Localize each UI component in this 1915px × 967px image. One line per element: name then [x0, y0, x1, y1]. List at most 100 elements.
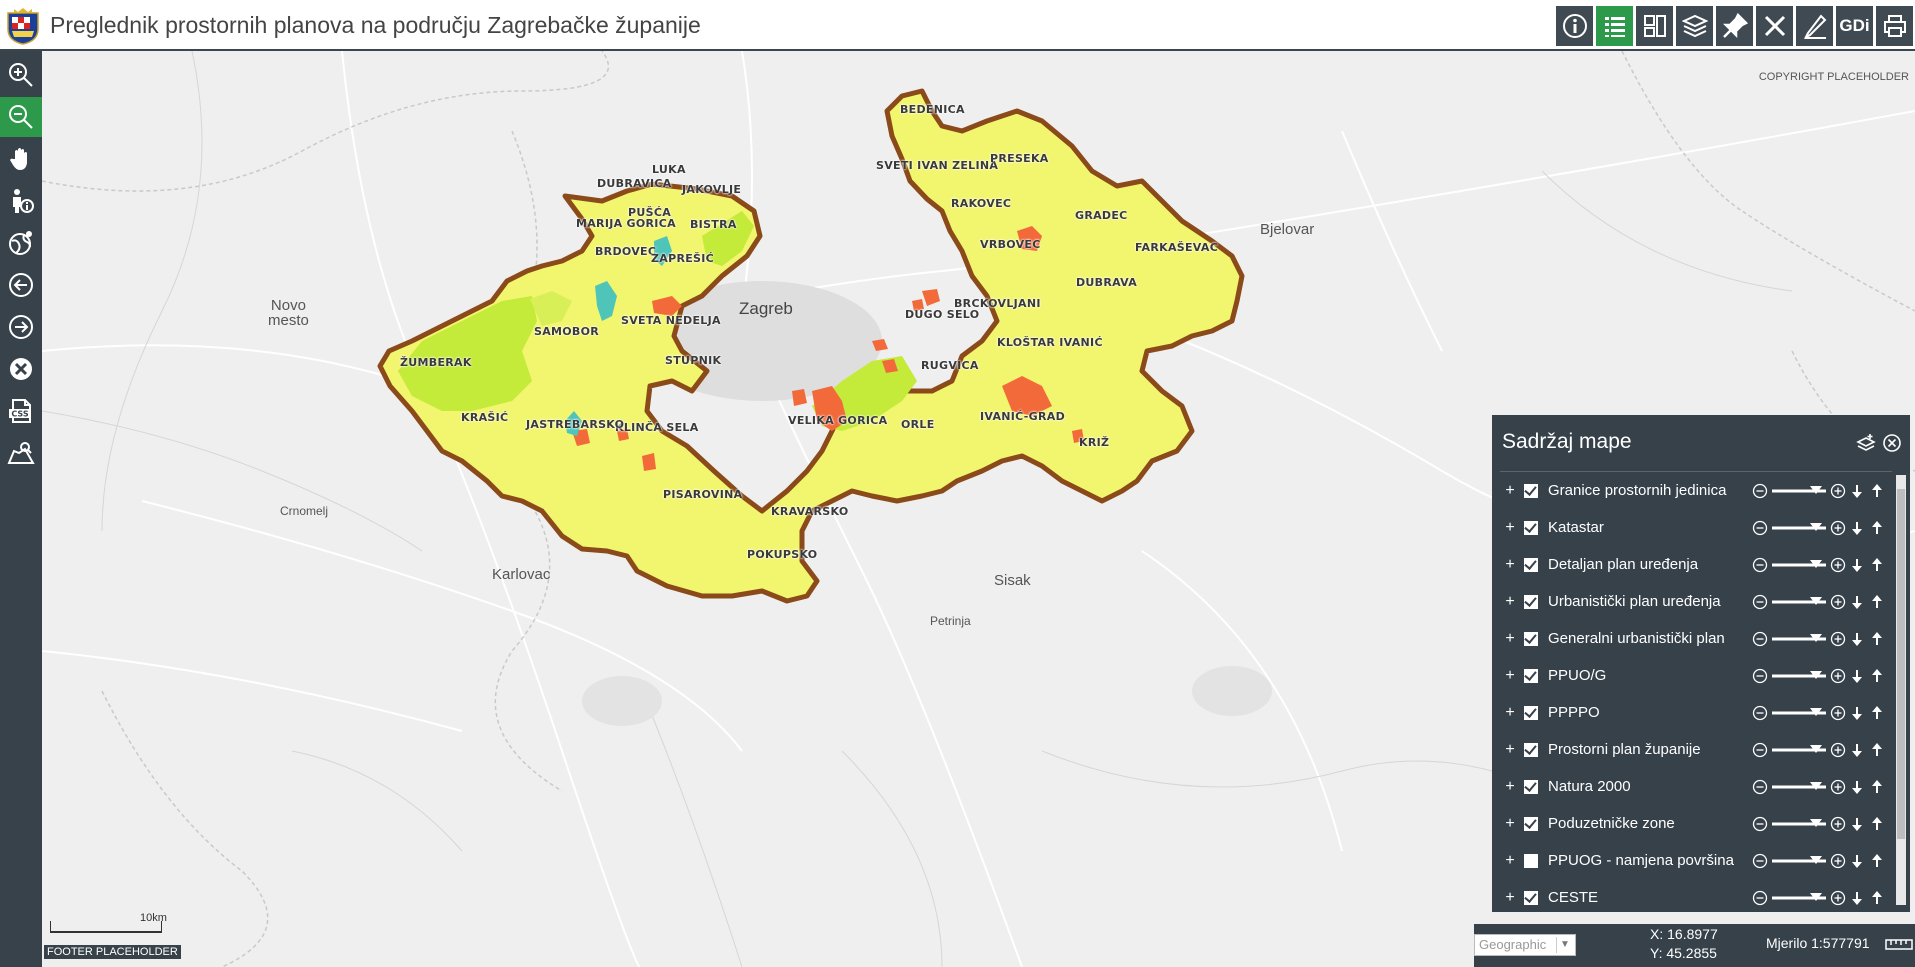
layer-row[interactable]: + Detaljan plan uređenja — [1500, 546, 1892, 583]
zoom-minus-icon[interactable] — [1752, 779, 1768, 795]
layer-row[interactable]: + Natura 2000 — [1500, 768, 1892, 805]
layer-visibility-checkbox[interactable] — [1524, 705, 1538, 720]
zoom-plus-icon[interactable] — [1830, 705, 1846, 721]
layer-row[interactable]: + PPPPO — [1500, 694, 1892, 731]
move-up-icon[interactable] — [1868, 779, 1886, 795]
opacity-slider[interactable] — [1770, 557, 1828, 573]
zoom-in-button[interactable] — [0, 55, 42, 95]
move-up-icon[interactable] — [1868, 705, 1886, 721]
move-down-icon[interactable] — [1848, 557, 1866, 573]
move-up-icon[interactable] — [1868, 594, 1886, 610]
print-button[interactable] — [1876, 6, 1913, 46]
layer-row[interactable]: + Prostorni plan županije — [1500, 731, 1892, 768]
layer-row[interactable]: + Generalni urbanistički plan — [1500, 620, 1892, 657]
move-up-icon[interactable] — [1868, 557, 1886, 573]
zoom-out-button[interactable] — [0, 97, 42, 137]
css-button[interactable]: CSS — [0, 391, 42, 431]
clear-button[interactable] — [0, 349, 42, 389]
expand-icon[interactable]: + — [1502, 741, 1518, 759]
layer-row[interactable]: + Katastar — [1500, 509, 1892, 546]
move-down-icon[interactable] — [1848, 594, 1866, 610]
layers-button[interactable] — [1676, 6, 1713, 46]
layers-add-icon[interactable] — [1856, 433, 1876, 453]
opacity-slider[interactable] — [1770, 890, 1828, 906]
layer-row[interactable]: + PPUO/G — [1500, 657, 1892, 694]
next-extent-button[interactable] — [0, 307, 42, 347]
scrollbar-thumb[interactable] — [1897, 489, 1905, 839]
opacity-slider[interactable] — [1770, 520, 1828, 536]
expand-icon[interactable]: + — [1502, 519, 1518, 537]
identify-button[interactable] — [0, 181, 42, 221]
info-button[interactable] — [1556, 6, 1593, 46]
expand-icon[interactable]: + — [1502, 778, 1518, 796]
move-up-icon[interactable] — [1868, 816, 1886, 832]
layer-row[interactable]: + Poduzetničke zone — [1500, 805, 1892, 842]
move-down-icon[interactable] — [1848, 890, 1866, 906]
move-up-icon[interactable] — [1868, 631, 1886, 647]
expand-icon[interactable]: + — [1502, 667, 1518, 685]
ruler-icon[interactable] — [1885, 936, 1913, 952]
opacity-slider[interactable] — [1770, 594, 1828, 610]
expand-icon[interactable]: + — [1502, 815, 1518, 833]
opacity-slider[interactable] — [1770, 853, 1828, 869]
layer-visibility-checkbox[interactable] — [1524, 890, 1538, 905]
opacity-slider[interactable] — [1770, 631, 1828, 647]
move-up-icon[interactable] — [1868, 483, 1886, 499]
zoom-minus-icon[interactable] — [1752, 520, 1768, 536]
move-up-icon[interactable] — [1868, 853, 1886, 869]
zoom-minus-icon[interactable] — [1752, 705, 1768, 721]
move-down-icon[interactable] — [1848, 742, 1866, 758]
zoom-plus-icon[interactable] — [1830, 520, 1846, 536]
zoom-minus-icon[interactable] — [1752, 483, 1768, 499]
layer-row[interactable]: + Granice prostornih jedinica — [1500, 472, 1892, 509]
expand-icon[interactable]: + — [1502, 852, 1518, 870]
zoom-minus-icon[interactable] — [1752, 890, 1768, 906]
zoom-plus-icon[interactable] — [1830, 668, 1846, 684]
expand-icon[interactable]: + — [1502, 889, 1518, 907]
opacity-slider[interactable] — [1770, 742, 1828, 758]
close-panel-icon[interactable] — [1882, 433, 1902, 453]
layer-visibility-checkbox[interactable] — [1524, 779, 1538, 794]
expand-icon[interactable]: + — [1502, 556, 1518, 574]
expand-icon[interactable]: + — [1502, 630, 1518, 648]
projection-select[interactable]: Geographic ▼ — [1474, 934, 1576, 956]
layer-visibility-checkbox[interactable] — [1524, 557, 1538, 572]
zoom-plus-icon[interactable] — [1830, 853, 1846, 869]
zoom-plus-icon[interactable] — [1830, 557, 1846, 573]
pin-button[interactable] — [1716, 6, 1753, 46]
layer-visibility-checkbox[interactable] — [1524, 816, 1538, 831]
zoom-minus-icon[interactable] — [1752, 668, 1768, 684]
zoom-plus-icon[interactable] — [1830, 631, 1846, 647]
pan-button[interactable] — [0, 139, 42, 179]
layer-row[interactable]: + PPUOG - namjena površina — [1500, 842, 1892, 879]
opacity-slider[interactable] — [1770, 779, 1828, 795]
zoom-plus-icon[interactable] — [1830, 890, 1846, 906]
move-up-icon[interactable] — [1868, 668, 1886, 684]
move-down-icon[interactable] — [1848, 520, 1866, 536]
zoom-minus-icon[interactable] — [1752, 594, 1768, 610]
map-search-button[interactable] — [0, 433, 42, 473]
move-down-icon[interactable] — [1848, 816, 1866, 832]
layer-visibility-checkbox[interactable] — [1524, 483, 1538, 498]
move-down-icon[interactable] — [1848, 668, 1866, 684]
edit-button[interactable] — [1796, 6, 1833, 46]
zoom-minus-icon[interactable] — [1752, 631, 1768, 647]
layer-visibility-checkbox[interactable] — [1524, 742, 1538, 757]
zoom-plus-icon[interactable] — [1830, 483, 1846, 499]
move-up-icon[interactable] — [1868, 890, 1886, 906]
opacity-slider[interactable] — [1770, 668, 1828, 684]
layer-visibility-checkbox[interactable] — [1524, 668, 1538, 683]
move-down-icon[interactable] — [1848, 853, 1866, 869]
layer-list-scrollbar[interactable] — [1896, 475, 1906, 905]
expand-icon[interactable]: + — [1502, 593, 1518, 611]
layer-row[interactable]: + Urbanistički plan uređenja — [1500, 583, 1892, 620]
opacity-slider[interactable] — [1770, 816, 1828, 832]
zoom-plus-icon[interactable] — [1830, 742, 1846, 758]
previous-extent-button[interactable] — [0, 265, 42, 305]
move-down-icon[interactable] — [1848, 705, 1866, 721]
zoom-plus-icon[interactable] — [1830, 594, 1846, 610]
legend-list-button[interactable] — [1596, 6, 1633, 46]
zoom-plus-icon[interactable] — [1830, 779, 1846, 795]
layer-visibility-checkbox[interactable] — [1524, 520, 1538, 535]
move-down-icon[interactable] — [1848, 779, 1866, 795]
